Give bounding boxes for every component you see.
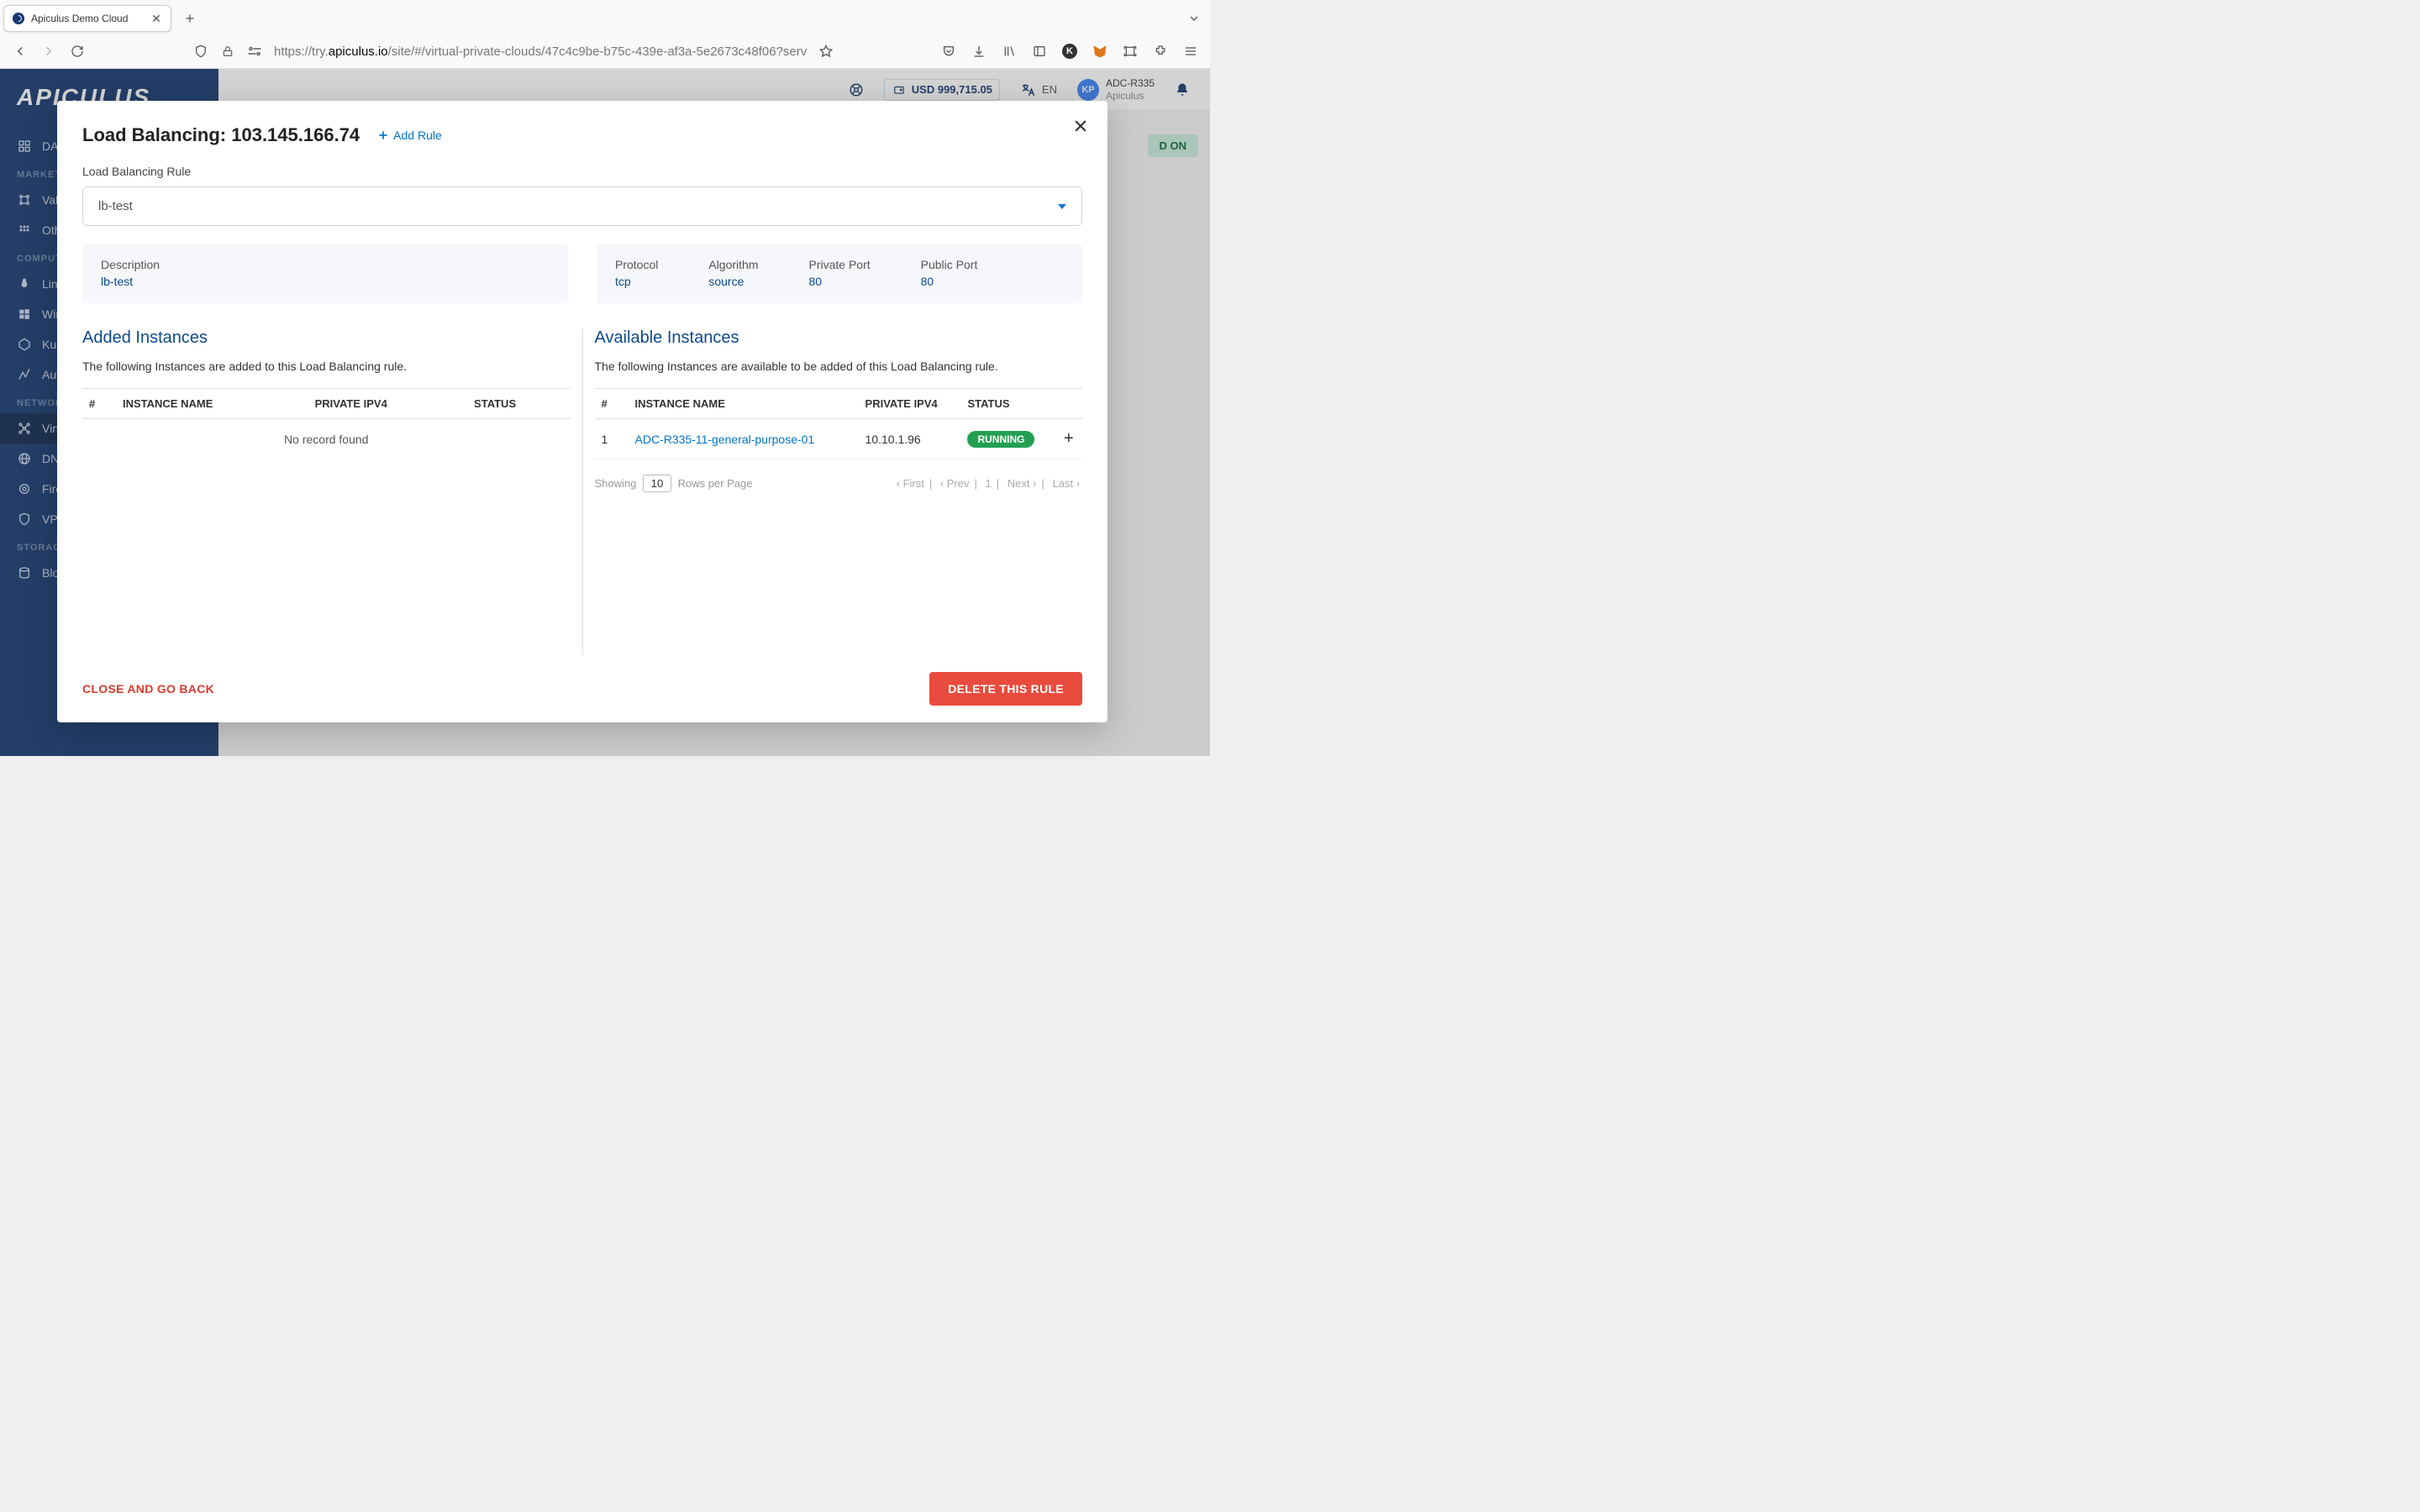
added-instances: Added Instances The following Instances …	[82, 328, 571, 655]
add-rule-button[interactable]: Add Rule	[376, 129, 442, 142]
status-badge: RUNNING	[967, 431, 1034, 448]
load-balancing-modal: Load Balancing: 103.145.166.74 Add Rule …	[57, 101, 1107, 722]
tab-title: Apiculus Demo Cloud	[31, 13, 144, 24]
back-icon[interactable]	[12, 43, 29, 60]
close-tab-icon[interactable]: ✕	[150, 13, 162, 24]
added-desc: The following Instances are added to thi…	[82, 360, 571, 373]
instances-row: Added Instances The following Instances …	[82, 328, 1082, 655]
added-col-num: #	[82, 389, 116, 419]
added-title: Added Instances	[82, 328, 571, 348]
library-icon[interactable]	[1002, 44, 1017, 59]
rule-select[interactable]: lb-test	[82, 186, 1082, 226]
browser-tab[interactable]: Apiculus Demo Cloud ✕	[3, 5, 171, 32]
protocol-value: tcp	[615, 275, 658, 288]
delete-rule-button[interactable]: DELETE THIS RULE	[929, 672, 1082, 706]
instance-link[interactable]: ADC-R335-11-general-purpose-01	[635, 433, 815, 446]
address-bar: https://try.apiculus.io/site/#/virtual-p…	[0, 34, 1210, 69]
rule-selected-value: lb-test	[98, 199, 133, 213]
available-title: Available Instances	[595, 328, 1083, 348]
modal-title: Load Balancing: 103.145.166.74	[82, 124, 360, 146]
browser-chrome: Apiculus Demo Cloud ✕ + https://try.api	[0, 0, 1210, 69]
added-table: # INSTANCE NAME PRIVATE IPV4 STATUS	[82, 388, 571, 419]
desc-value: lb-test	[101, 275, 550, 288]
favicon-icon	[13, 13, 24, 24]
extensions-icon[interactable]	[1153, 44, 1168, 59]
extension-k-icon[interactable]: K	[1062, 44, 1077, 59]
pg-page: 1	[986, 477, 992, 490]
public-port-label: Public Port	[921, 258, 978, 271]
url-text[interactable]: https://try.apiculus.io/site/#/virtual-p…	[274, 45, 807, 59]
added-col-status: STATUS	[467, 389, 570, 419]
close-and-go-back[interactable]: CLOSE AND GO BACK	[82, 682, 214, 696]
row-num: 1	[595, 419, 629, 459]
add-instance-icon[interactable]: +	[1064, 429, 1074, 448]
tab-bar: Apiculus Demo Cloud ✕ +	[0, 0, 1210, 34]
reload-icon[interactable]	[69, 43, 86, 60]
avail-col-ip: PRIVATE IPV4	[859, 389, 961, 419]
available-instances: Available Instances The following Instan…	[595, 328, 1083, 655]
algorithm-value: source	[708, 275, 758, 288]
pg-next[interactable]: Next ›	[1007, 477, 1037, 490]
added-col-name: INSTANCE NAME	[116, 389, 308, 419]
no-record-text: No record found	[82, 419, 571, 459]
new-tab-button[interactable]: +	[178, 7, 202, 30]
rule-details-card: Protocol tcp Algorithm source Private Port…	[597, 244, 1082, 303]
download-icon[interactable]	[971, 44, 986, 59]
private-port-value: 80	[809, 275, 871, 288]
showing-label: Showing	[595, 477, 637, 490]
url-host: apiculus.io	[329, 45, 388, 59]
rows-per-page-label: Rows per Page	[678, 477, 753, 490]
tabs-dropdown-icon[interactable]	[1186, 11, 1202, 26]
metamask-icon[interactable]	[1092, 44, 1107, 59]
avail-col-num: #	[595, 389, 629, 419]
add-rule-label: Add Rule	[393, 129, 442, 142]
url-prefix: https://try.	[274, 45, 329, 59]
bookmark-star-icon[interactable]	[818, 44, 834, 59]
lock-icon[interactable]	[220, 44, 235, 59]
table-row: 1 ADC-R335-11-general-purpose-01 10.10.1…	[595, 419, 1083, 459]
menu-icon[interactable]	[1183, 44, 1198, 59]
shield-icon[interactable]	[193, 44, 208, 59]
description-card: Description lb-test	[82, 244, 568, 303]
protocol-label: Protocol	[615, 258, 658, 271]
pg-last[interactable]: Last ›	[1052, 477, 1080, 490]
modal-header: Load Balancing: 103.145.166.74 Add Rule	[82, 124, 1082, 146]
desc-label: Description	[101, 258, 550, 271]
pocket-icon[interactable]	[941, 44, 956, 59]
modal-close-icon[interactable]	[1072, 118, 1089, 137]
url-suffix: /site/#/virtual-private-clouds/47c4c9be-…	[388, 45, 807, 59]
avail-col-name: INSTANCE NAME	[629, 389, 859, 419]
private-port-label: Private Port	[809, 258, 871, 271]
screenshot-icon[interactable]	[1123, 44, 1138, 59]
rows-per-page-input[interactable]	[643, 475, 671, 492]
avail-col-status: STATUS	[960, 389, 1057, 419]
forward-icon	[40, 43, 57, 60]
rule-field-label: Load Balancing Rule	[82, 165, 1082, 178]
public-port-value: 80	[921, 275, 978, 288]
pg-first[interactable]: ‹ First	[897, 477, 924, 490]
chevron-down-icon	[1058, 204, 1066, 209]
available-table: # INSTANCE NAME PRIVATE IPV4 STATUS 1 AD…	[595, 388, 1083, 459]
settings-toggle-icon[interactable]	[247, 44, 262, 59]
browser-right-icons: K	[941, 44, 1198, 59]
divider	[582, 328, 583, 655]
reader-icon[interactable]	[1032, 44, 1047, 59]
algorithm-label: Algorithm	[708, 258, 758, 271]
rule-info-row: Description lb-test Protocol tcp Algorith…	[82, 244, 1082, 303]
added-col-ip: PRIVATE IPV4	[308, 389, 467, 419]
available-desc: The following Instances are available to…	[595, 360, 1083, 373]
pagination: Showing Rows per Page ‹ First| ‹ Prev| 1…	[595, 475, 1083, 492]
row-ip: 10.10.1.96	[859, 419, 961, 459]
pg-prev[interactable]: ‹ Prev	[940, 477, 970, 490]
modal-footer: CLOSE AND GO BACK DELETE THIS RULE	[82, 655, 1082, 706]
